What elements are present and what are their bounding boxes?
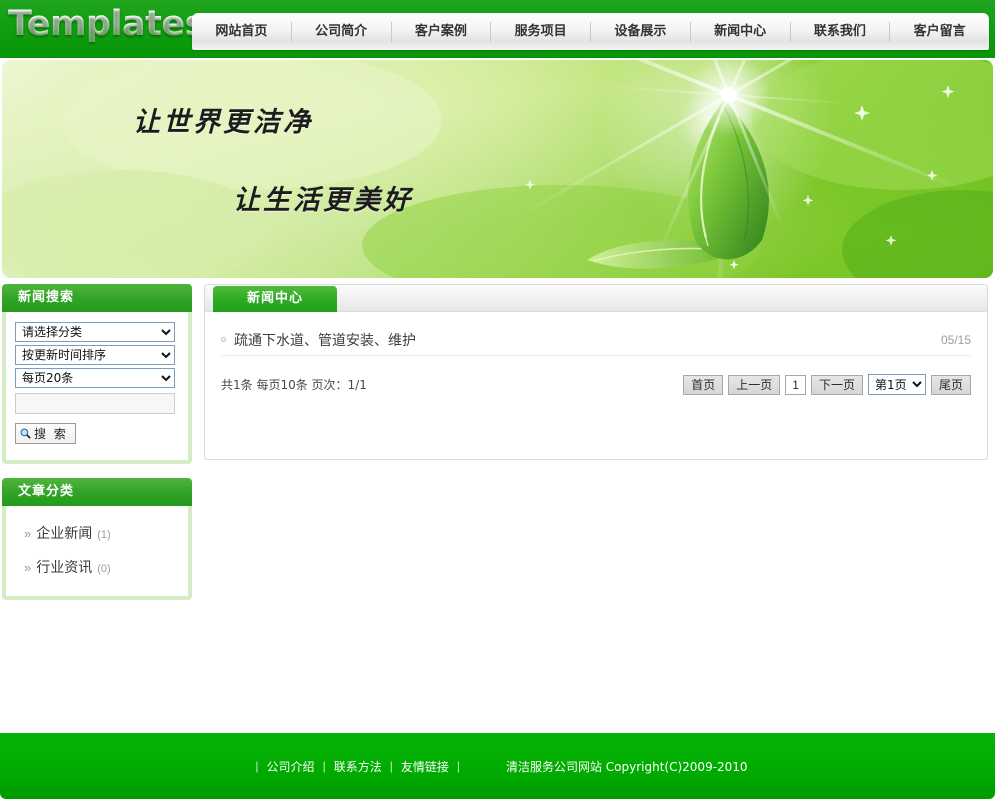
news-item-left: 疏通下水道、管道安装、维护 [221, 330, 416, 350]
page-root: Templates 网站首页 公司简介 客户案例 服务项目 设备展示 新闻中心 … [0, 0, 995, 799]
content-tabbar: 新闻中心 [205, 285, 987, 312]
pagination-info: 共1条 每页10条 页次：1/1 [221, 378, 367, 392]
nav-item-home[interactable]: 网站首页 [192, 21, 292, 42]
news-item-date: 05/15 [940, 332, 971, 347]
news-search-form: 请选择分类 按更新时间排序 每页20条 搜 索 [6, 312, 188, 460]
category-count: (0) [97, 563, 111, 575]
leaf-sparkle-illustration [2, 60, 993, 278]
nav-item-news[interactable]: 新闻中心 [691, 21, 791, 42]
news-search-panel: 新闻搜索 请选择分类 按更新时间排序 每页20条 搜 索 [2, 284, 192, 464]
footer-separator: | [255, 759, 259, 773]
magnifier-icon [20, 428, 31, 439]
site-logo: Templates [8, 4, 205, 44]
chevron-right-icon: » [24, 560, 32, 575]
article-category-panel: 文章分类 » 企业新闻 (1) » 行业资讯 (0) [2, 478, 192, 600]
bullet-icon [221, 337, 226, 342]
footer-separator: | [389, 759, 393, 773]
prev-page-button[interactable]: 上一页 [728, 374, 781, 395]
search-button[interactable]: 搜 索 [15, 423, 76, 444]
footer-link-friendly[interactable]: 友情链接 [401, 758, 449, 775]
list-item[interactable]: » 行业资讯 (0) [6, 550, 188, 584]
list-item[interactable]: 疏通下水道、管道安装、维护 05/15 [221, 324, 971, 356]
footer-content: | 公司介绍 | 联系方法 | 友情链接 | 清洁服务公司网站 Copyrigh… [0, 733, 995, 799]
nav-item-contact[interactable]: 联系我们 [791, 21, 891, 42]
category-select[interactable]: 请选择分类 [15, 322, 175, 342]
chevron-right-icon: » [24, 526, 32, 541]
pagination-controls: 首页 上一页 1 下一页 第1页 尾页 [683, 374, 971, 395]
first-page-button[interactable]: 首页 [683, 374, 724, 395]
nav-item-cases[interactable]: 客户案例 [392, 21, 492, 42]
last-page-button[interactable]: 尾页 [930, 374, 971, 395]
article-category-list: » 企业新闻 (1) » 行业资讯 (0) [6, 506, 188, 596]
nav-item-message[interactable]: 客户留言 [890, 22, 989, 42]
news-search-panel-title: 新闻搜索 [2, 284, 192, 312]
nav-item-equipment[interactable]: 设备展示 [591, 21, 691, 42]
news-item-title[interactable]: 疏通下水道、管道安装、维护 [234, 330, 416, 350]
search-keyword-input[interactable] [15, 393, 175, 414]
sort-select[interactable]: 按更新时间排序 [15, 345, 175, 365]
sidebar: 新闻搜索 请选择分类 按更新时间排序 每页20条 搜 索 文章分类 » 企业新闻… [2, 284, 192, 600]
banner-slogan-primary: 让世界更洁净 [133, 107, 313, 138]
nav-item-services[interactable]: 服务项目 [491, 21, 591, 42]
category-label: 行业资讯 [36, 560, 93, 576]
site-header: Templates 网站首页 公司简介 客户案例 服务项目 设备展示 新闻中心 … [0, 0, 995, 58]
pagesize-select[interactable]: 每页20条 [15, 368, 175, 388]
pagination: 共1条 每页10条 页次：1/1 首页 上一页 1 下一页 第1页 尾页 [221, 374, 971, 395]
nav-item-about[interactable]: 公司简介 [292, 21, 392, 42]
footer-link-contact[interactable]: 联系方法 [334, 758, 382, 775]
page-jump-select[interactable]: 第1页 [867, 374, 926, 395]
footer-copyright: 清洁服务公司网站 Copyright(C)2009-2010 [505, 759, 748, 774]
hero-banner: 让世界更洁净 让生活更美好 [2, 60, 993, 278]
category-label: 企业新闻 [36, 526, 93, 542]
search-button-label: 搜 索 [34, 427, 68, 441]
main-content-panel: 新闻中心 疏通下水道、管道安装、维护 05/15 共1条 每页10条 页次：1/… [204, 284, 988, 460]
next-page-button[interactable]: 下一页 [810, 374, 863, 395]
article-category-panel-title: 文章分类 [2, 478, 192, 506]
footer-separator: | [322, 759, 326, 773]
list-item[interactable]: » 企业新闻 (1) [6, 516, 188, 550]
category-count: (1) [97, 529, 111, 541]
current-page-indicator: 1 [785, 374, 806, 395]
footer-link-about[interactable]: 公司介绍 [267, 758, 315, 775]
main-navigation: 网站首页 公司简介 客户案例 服务项目 设备展示 新闻中心 联系我们 客户留言 [192, 13, 989, 50]
news-list: 疏通下水道、管道安装、维护 05/15 共1条 每页10条 页次：1/1 首页 … [205, 312, 987, 395]
site-footer: | 公司介绍 | 联系方法 | 友情链接 | 清洁服务公司网站 Copyrigh… [0, 733, 995, 799]
tab-news-center[interactable]: 新闻中心 [213, 286, 337, 312]
banner-slogan-secondary: 让生活更美好 [233, 185, 413, 216]
footer-separator: | [456, 759, 460, 773]
